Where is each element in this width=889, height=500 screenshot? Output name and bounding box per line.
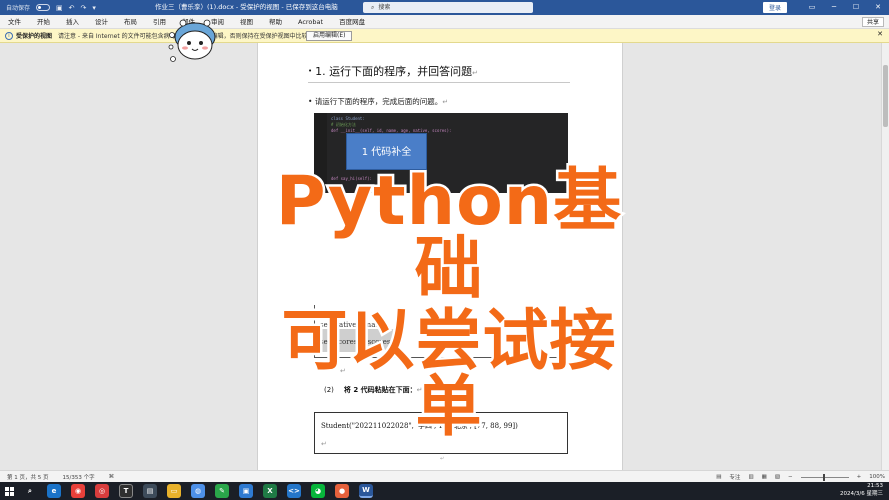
zoom-level[interactable]: 100%	[869, 474, 885, 480]
clock-time: 21:53	[867, 483, 883, 489]
vertical-scrollbar[interactable]	[881, 43, 889, 470]
search-icon[interactable]: ⌕	[23, 484, 37, 498]
vscode-icon[interactable]: <>	[287, 484, 301, 498]
zoom-out-icon[interactable]: −	[788, 474, 793, 480]
app-icon-orange[interactable]: ●	[335, 484, 349, 498]
redo-icon[interactable]: ↷	[81, 4, 87, 12]
paragraph-mark: ↵	[340, 367, 346, 375]
section-mark: ↵	[440, 456, 445, 462]
mascot-sticker	[168, 19, 216, 62]
quick-access-toolbar: 自动保存 ▣ ↶ ↷ ▾	[0, 3, 150, 13]
title-bar: 自动保存 ▣ ↶ ↷ ▾ 作业三（曹乐孪）(1).docx - 受保护的视图 -…	[0, 0, 889, 15]
protected-view-bar: i 受保护的视图 请注意 - 来自 Internet 的文件可能包含病毒。除非您…	[0, 29, 889, 43]
document-page[interactable]: • 1. 运行下面的程序，并回答问题↵ • 请运行下面的程序，完成后面的问题。↵ …	[257, 43, 623, 470]
answer-code-text: Student("202211022028", '李四', 18, '北京', …	[321, 422, 518, 430]
question-2: (2) 将 2 代码粘贴在下面：↵	[324, 385, 423, 395]
zoom-slider[interactable]	[800, 473, 849, 481]
zoom-in-icon[interactable]: +	[857, 474, 862, 480]
page-count[interactable]: 第 1 页，共 5 页	[7, 473, 49, 481]
minimize-button[interactable]: ─	[823, 0, 845, 15]
share-button[interactable]: 共享	[861, 17, 884, 27]
system-clock[interactable]: 21:53 2024/3/6 星期三	[840, 483, 883, 498]
word-icon[interactable]: W	[359, 484, 373, 498]
tab-home[interactable]: 开始	[29, 15, 58, 29]
code-gutter	[314, 113, 327, 193]
autosave-toggle[interactable]	[36, 4, 51, 11]
maximize-button[interactable]: ☐	[845, 0, 867, 15]
accessibility-icon[interactable]: ⌘	[109, 474, 115, 480]
windows-logo-icon	[4, 486, 14, 496]
print-layout-icon[interactable]: ▦	[762, 474, 767, 480]
tab-layout[interactable]: 布局	[116, 15, 145, 29]
display-settings-icon[interactable]: ▤	[716, 474, 721, 480]
status-bar: 第 1 页，共 5 页 15/353 个字 ⌘ ▤ 专注 ▥ ▦ ▧ − + 1…	[0, 470, 889, 482]
code-text-native: self.native = native	[320, 321, 389, 329]
instruction-text: 请运行下面的程序，完成后面的问题。	[314, 97, 443, 106]
code-line: def say_hi(self):	[331, 176, 372, 181]
app-icon-typora[interactable]: T	[119, 484, 133, 498]
question-heading: • 1. 运行下面的程序，并回答问题↵	[308, 63, 570, 83]
heading-text: 1. 运行下面的程序，并回答问题	[315, 65, 473, 78]
close-button[interactable]: ✕	[867, 0, 889, 15]
windows-taskbar: ⌕ e ◉ ◎ T ▤ ▭ ◍ ✎ ▣ X <> ◕ ● W 21:53 202…	[0, 482, 889, 500]
question-2-number: (2)	[324, 386, 334, 394]
undo-icon[interactable]: ↶	[69, 4, 75, 12]
protected-view-label: 受保护的视图	[16, 33, 53, 40]
scrollbar-thumb[interactable]	[883, 65, 888, 127]
code-line: class Student:	[331, 116, 365, 121]
code-completion-box: 1 代码补全	[346, 133, 427, 170]
app-icon-green[interactable]: ✎	[215, 484, 229, 498]
focus-mode-button[interactable]: 专注	[729, 473, 740, 481]
file-explorer-icon[interactable]: ▤	[143, 484, 157, 498]
customize-toolbar-icon[interactable]: ▾	[92, 4, 96, 12]
paragraph-mark: ↵	[472, 69, 479, 77]
tab-file[interactable]: 文件	[0, 15, 29, 29]
code-screenshot: class Student: # 初始化方法 def __init__(self…	[314, 113, 568, 193]
tab-baidu-netdisk[interactable]: 百度网盘	[331, 15, 373, 29]
tab-design[interactable]: 设计	[87, 15, 116, 29]
autosave-label: 自动保存	[6, 5, 31, 12]
instruction-paragraph: • 请运行下面的程序，完成后面的问题。↵	[308, 96, 448, 107]
info-icon: i	[5, 31, 13, 40]
code-text-scores: self.scores = scores	[320, 338, 391, 346]
bullet-icon: •	[308, 67, 313, 75]
web-layout-icon[interactable]: ▧	[775, 474, 780, 480]
tab-view[interactable]: 视图	[232, 15, 261, 29]
wechat-icon[interactable]: ◕	[311, 484, 325, 498]
zoom-slider-thumb[interactable]	[822, 473, 825, 481]
folder-icon[interactable]: ▭	[167, 484, 181, 498]
word-count[interactable]: 15/353 个字	[63, 473, 95, 481]
start-button[interactable]	[0, 482, 18, 500]
app-icon-blue[interactable]: ▣	[239, 484, 253, 498]
search-box[interactable]: ⌕ 搜索	[363, 2, 533, 13]
enable-editing-button[interactable]: 启用编辑(E)	[306, 31, 353, 41]
app-icon-red[interactable]: ◉	[71, 484, 85, 498]
bullet-icon: •	[308, 97, 315, 106]
excel-icon[interactable]: X	[263, 484, 277, 498]
app-icon-netease[interactable]: ◎	[95, 484, 109, 498]
close-icon[interactable]: ✕	[877, 30, 883, 38]
tab-help[interactable]: 帮助	[261, 15, 290, 29]
save-icon[interactable]: ▣	[56, 4, 63, 12]
login-button[interactable]: 登录	[762, 2, 787, 13]
clock-date: 2024/3/6 星期三	[840, 490, 883, 497]
edge-browser-icon[interactable]: e	[47, 484, 61, 498]
ribbon-display-icon[interactable]: ▭	[801, 0, 823, 15]
ribbon-tabs: 文件 开始 插入 设计 布局 引用 邮件 审阅 视图 帮助 Acrobat 百度…	[0, 15, 889, 29]
tab-insert[interactable]: 插入	[58, 15, 87, 29]
question-2-text: 将 2 代码粘贴在下面：	[343, 386, 417, 394]
chrome-icon[interactable]: ◍	[191, 484, 205, 498]
answer-box-2[interactable]: Student("202211022028", '李四', 18, '北京', …	[314, 412, 568, 454]
tab-acrobat[interactable]: Acrobat	[290, 15, 331, 29]
paragraph-mark: ↵	[321, 440, 327, 448]
paragraph-mark: ↵	[416, 386, 423, 394]
read-mode-icon[interactable]: ▥	[748, 474, 753, 480]
paragraph-mark: ↵	[442, 98, 449, 106]
search-icon: ⌕	[371, 4, 375, 11]
search-placeholder: 搜索	[378, 4, 391, 11]
